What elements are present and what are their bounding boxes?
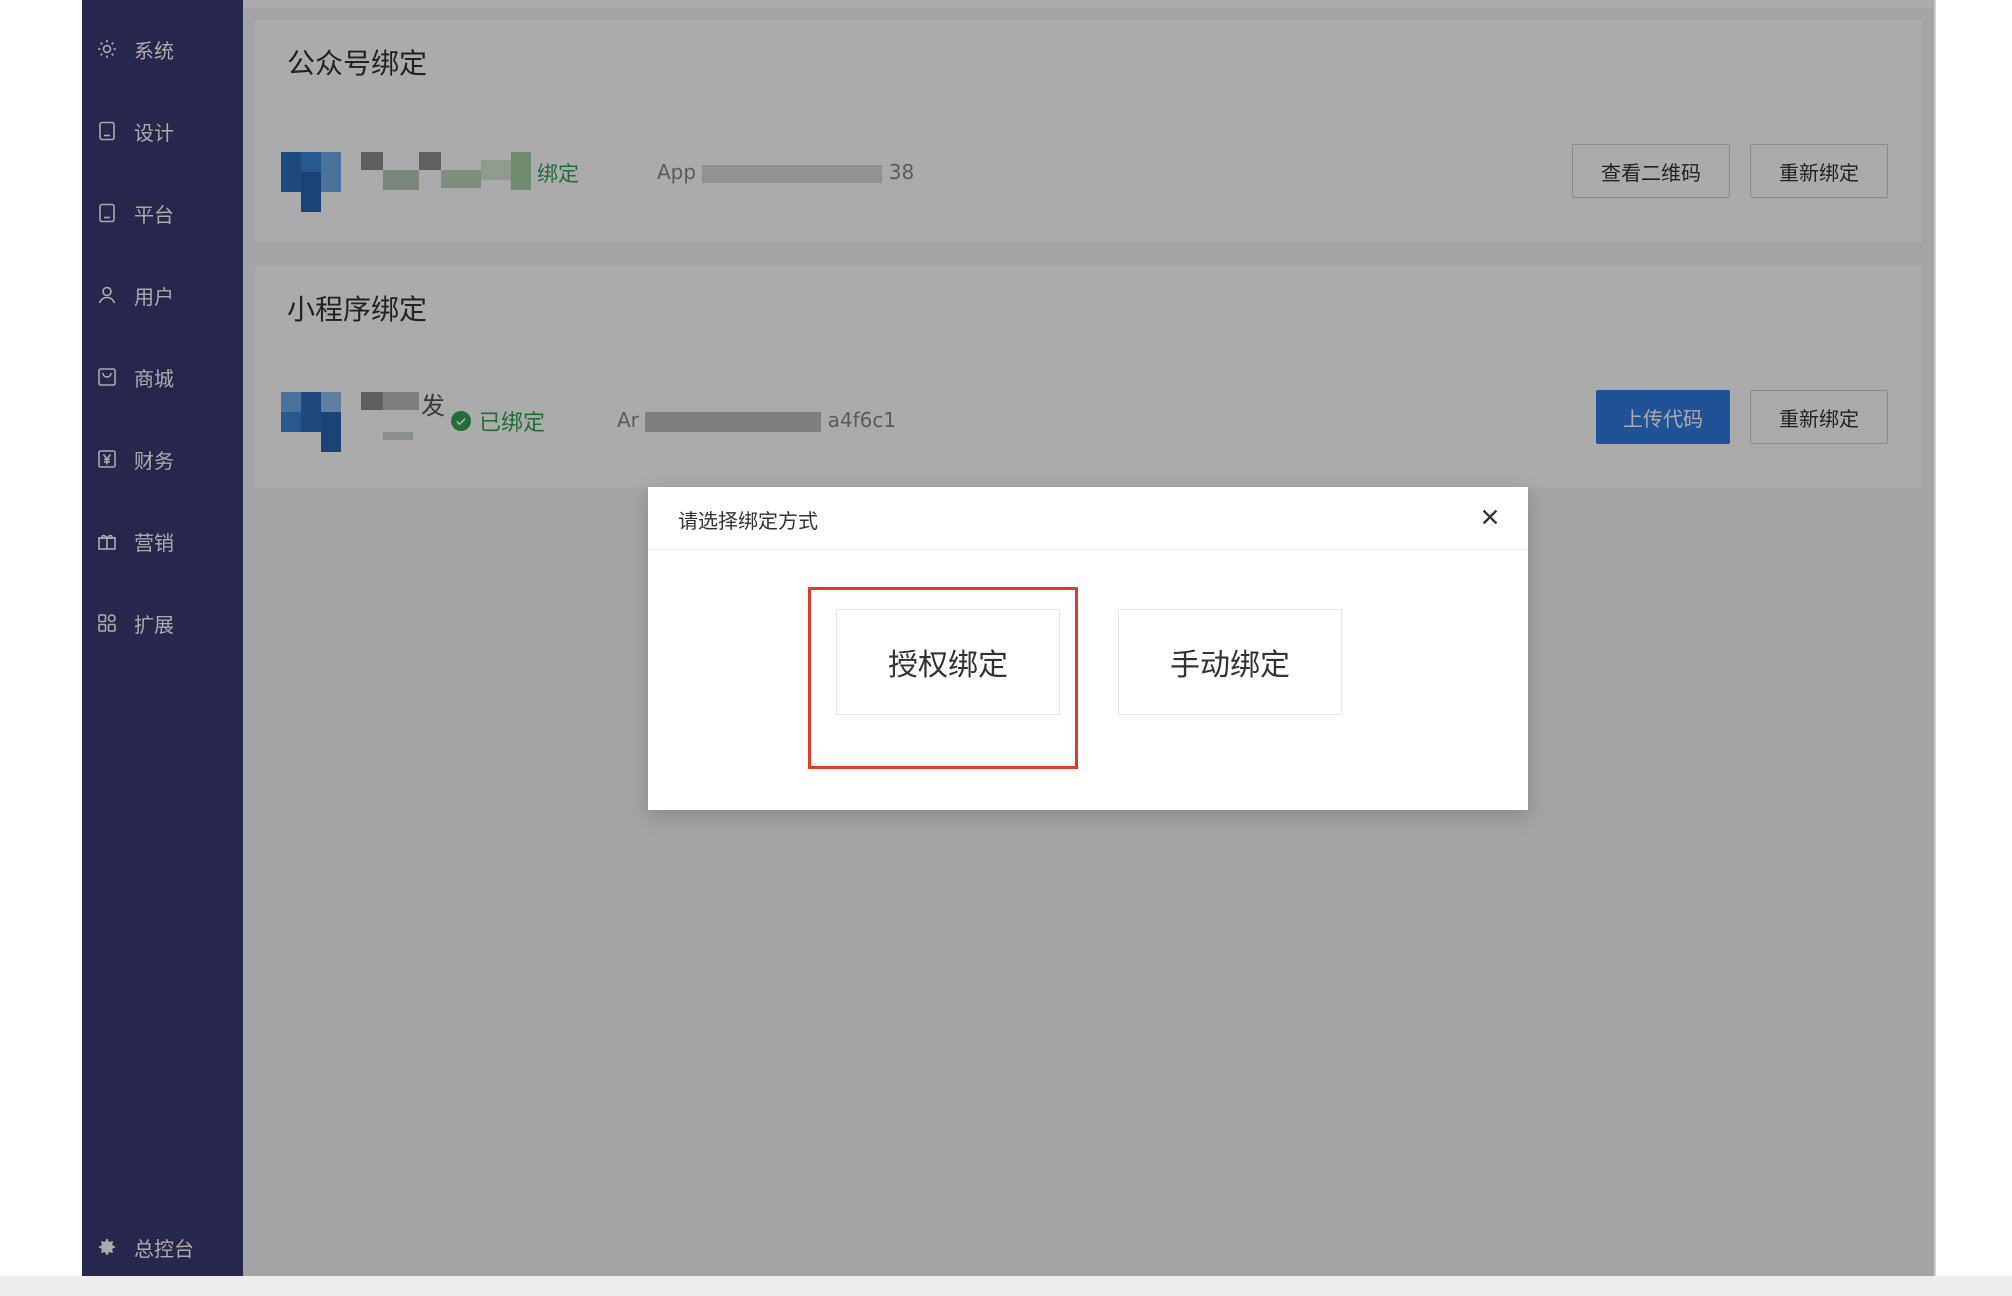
manual-bind-button[interactable]: 手动绑定	[1118, 609, 1342, 715]
bind-method-dialog: 请选择绑定方式 授权绑定 手动绑定	[648, 487, 1528, 810]
close-icon[interactable]	[1476, 503, 1504, 531]
window-edge	[1934, 0, 1936, 1276]
window-bottom-strip	[0, 1276, 2012, 1296]
dialog-header: 请选择绑定方式	[648, 487, 1528, 550]
auth-bind-button[interactable]: 授权绑定	[836, 609, 1060, 715]
dialog-title: 请选择绑定方式	[678, 509, 818, 533]
app-window: 系统 设计 平台 用户 商城 财务 营销 扩展 总控台 公众号绑定 绑定 App…	[0, 0, 2012, 1296]
